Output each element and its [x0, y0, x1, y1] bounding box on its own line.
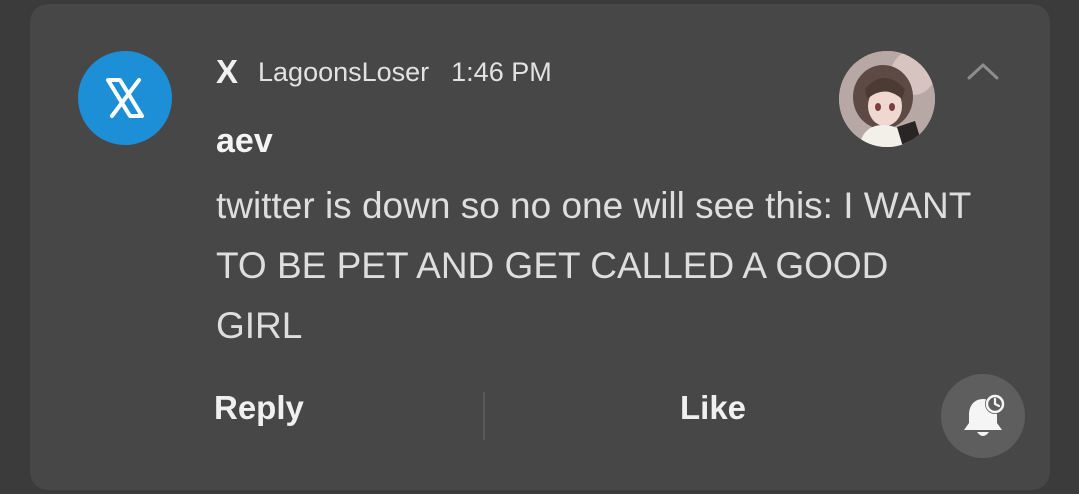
- message-text: twitter is down so no one will see this:…: [216, 185, 971, 346]
- bell-snooze-icon: [964, 394, 1005, 436]
- account-name: LagoonsLoser: [258, 56, 430, 87]
- app-name: X: [216, 53, 239, 90]
- notification-card[interactable]: X LagoonsLoser 1:46 PM aev twitter is do…: [30, 4, 1050, 490]
- reply-button[interactable]: Reply: [214, 389, 304, 427]
- sender-name: aev: [216, 122, 273, 160]
- notification-header: X LagoonsLoser 1:46 PM: [216, 52, 552, 92]
- snooze-button[interactable]: [941, 374, 1025, 458]
- like-button[interactable]: Like: [680, 389, 746, 427]
- x-logo-icon: [78, 51, 172, 145]
- avatar: [839, 51, 935, 147]
- chevron-up-icon[interactable]: [966, 56, 1000, 86]
- action-divider: [483, 392, 485, 440]
- notification-time: 1:46 PM: [451, 56, 552, 87]
